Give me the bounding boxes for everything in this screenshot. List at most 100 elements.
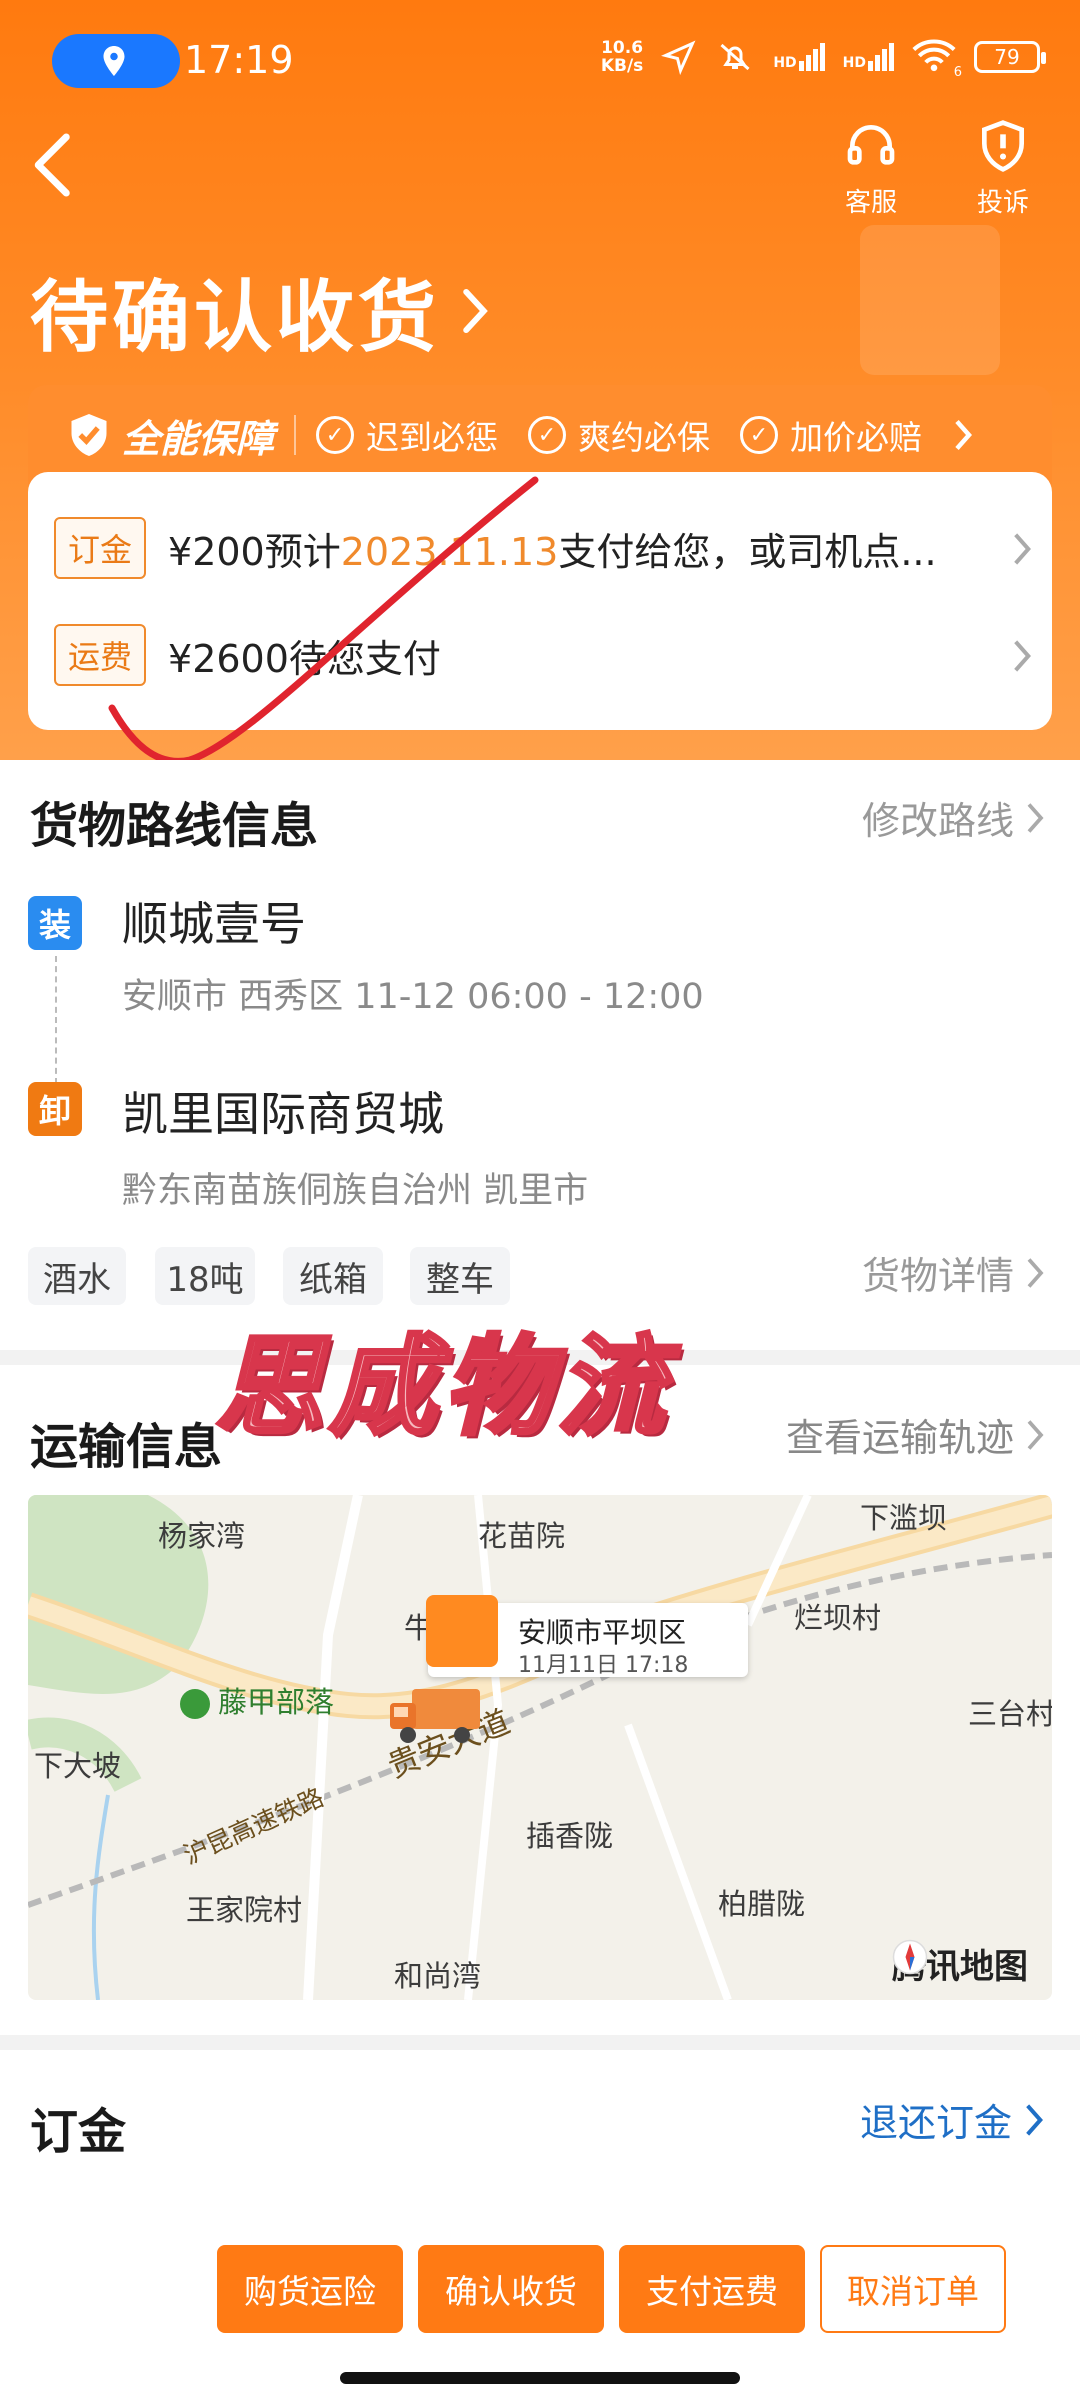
load-location-detail: 安顺市 西秀区 11-12 06:00 - 12:00 <box>122 977 704 1017</box>
cancel-order-button[interactable]: 取消订单 <box>820 2245 1006 2333</box>
network-speed: 10.6 KB/s <box>601 39 643 75</box>
location-indicator <box>52 34 180 88</box>
cargo-chip: 整车 <box>410 1247 510 1305</box>
map-place: 下大坡 <box>34 1749 122 1783</box>
shield-check-icon <box>71 414 107 456</box>
map-place: 三台村 <box>968 1697 1052 1731</box>
red-checkmark-annotation <box>108 476 539 765</box>
chevron-right-icon <box>1014 640 1031 672</box>
chevron-right-icon <box>1027 1257 1044 1288</box>
package-icon <box>426 1595 498 1667</box>
signal-icon: HD <box>773 43 825 71</box>
map-place: 插香陇 <box>526 1819 614 1853</box>
buy-cargo-insurance-button[interactable]: 购货运险 <box>217 2245 403 2333</box>
transport-map[interactable]: 杨家湾 花苗院 下滥坝 烂坝村 牛 藤甲部落 下大坡 三台村 插香陇 柏腊陇 王… <box>28 1495 1052 2000</box>
map-place: 烂坝村 <box>794 1601 882 1635</box>
status-time: 17:19 <box>184 38 294 82</box>
customer-service-label: 客服 <box>844 188 897 218</box>
compass-icon <box>892 1939 928 1975</box>
battery-icon: 79 <box>974 41 1046 73</box>
map-place: 和尚湾 <box>394 1959 482 1993</box>
map-place: 下滥坝 <box>860 1501 948 1535</box>
unload-location-detail: 黔东南苗族侗族自治州 凯里市 <box>122 1171 589 1211</box>
complaint-label: 投诉 <box>976 188 1029 218</box>
chevron-right-icon <box>1014 533 1031 565</box>
cargo-details-label: 货物详情 <box>861 1254 1014 1298</box>
status-bar: 17:19 10.6 KB/s HD HD 6 79 <box>0 0 1080 120</box>
guarantee-item: ✓ 加价必赔 <box>740 411 922 459</box>
cargo-chip: 酒水 <box>28 1247 126 1305</box>
guarantee-title: 全能保障 <box>122 416 275 461</box>
cargo-details-link[interactable]: 货物详情 <box>862 1245 1046 1300</box>
chevron-right-icon <box>1026 2103 1043 2136</box>
confirm-receipt-button[interactable]: 确认收货 <box>418 2245 604 2333</box>
check-circle-icon: ✓ <box>740 416 779 454</box>
home-indicator[interactable] <box>340 2372 740 2384</box>
edit-route-link[interactable]: 修改路线 <box>862 790 1046 845</box>
location-bubble-title: 安顺市平坝区 <box>518 1616 687 1649</box>
location-bubble-time: 11月11日 17:18 <box>518 1653 689 1678</box>
guarantee-item-label: 加价必赔 <box>790 418 923 457</box>
signal-hd-label-2: HD <box>842 55 866 71</box>
complaint-button[interactable]: 投诉 <box>958 118 1048 219</box>
back-arrow-icon[interactable] <box>24 130 84 200</box>
signal-hd-label: HD <box>773 55 797 71</box>
route-connector <box>55 956 57 1084</box>
divider <box>294 415 297 455</box>
load-location-name: 顺城壹号 <box>122 897 306 951</box>
shield-alert-icon <box>982 120 1024 172</box>
navigation-arrow-icon <box>661 40 696 75</box>
wifi-icon: 6 <box>912 38 962 80</box>
mute-bell-icon <box>720 43 750 71</box>
pay-freight-button[interactable]: 支付运费 <box>619 2245 805 2333</box>
truck-icon <box>390 1689 480 1743</box>
location-bubble[interactable]: 安顺市平坝区 11月11日 17:18 <box>426 1595 748 1678</box>
transport-section-title: 运输信息 <box>30 1419 223 1475</box>
page-title: 待确认收货 <box>30 273 441 363</box>
load-badge: 装 <box>28 896 82 950</box>
cargo-chip: 纸箱 <box>283 1247 383 1305</box>
deposit-section: 订金 退还订金 <box>0 2050 1080 2220</box>
map-place: 花苗院 <box>478 1519 566 1553</box>
chevron-right-icon <box>1027 1419 1044 1450</box>
signal-icon-2: HD <box>843 43 894 71</box>
check-circle-icon: ✓ <box>528 416 567 454</box>
deposit-note: 支付给您，或司机点... <box>558 529 937 574</box>
view-track-label: 查看运输轨迹 <box>785 1416 1014 1460</box>
edit-route-label: 修改路线 <box>861 799 1014 843</box>
chevron-right-icon <box>955 420 973 450</box>
map-poi-label: 藤甲部落 <box>218 1685 335 1719</box>
refund-deposit-label: 退还订金 <box>859 2101 1012 2145</box>
unload-badge: 卸 <box>28 1082 82 1136</box>
chevron-right-icon <box>1027 802 1044 833</box>
unload-location-name: 凯里国际商贸城 <box>122 1087 444 1141</box>
guarantee-item-label: 爽约必保 <box>578 418 711 457</box>
location-pin-icon <box>103 46 125 76</box>
chevron-right-icon <box>463 288 488 334</box>
map-place: 杨家湾 <box>158 1519 246 1553</box>
map-poi-icon <box>180 1689 210 1719</box>
customer-service-button[interactable]: 客服 <box>826 118 916 219</box>
map-background <box>28 1495 1052 2000</box>
headset-icon <box>847 125 895 165</box>
cargo-chip: 18吨 <box>155 1247 255 1305</box>
network-speed-value: 10.6 <box>601 38 644 58</box>
check-circle-icon: ✓ <box>316 416 355 454</box>
wifi-label: 6 <box>953 65 962 80</box>
order-header: 17:19 10.6 KB/s HD HD 6 79 客服 投诉 待确认收货 全… <box>0 0 1080 765</box>
guarantee-item: ✓ 爽约必保 <box>528 411 710 459</box>
guarantee-item: ✓ 迟到必惩 <box>316 411 498 459</box>
order-status-title[interactable]: 待确认收货 <box>30 255 490 367</box>
map-brand: 腾讯地图 <box>892 1939 1028 1988</box>
guarantee-item-label: 迟到必惩 <box>366 418 499 457</box>
network-speed-unit: KB/s <box>600 56 644 76</box>
map-place: 王家院村 <box>186 1893 303 1927</box>
view-track-link[interactable]: 查看运输轨迹 <box>786 1407 1046 1462</box>
map-place: 柏腊陇 <box>718 1887 806 1921</box>
header-decoration <box>860 225 1000 375</box>
map-place: 藤甲部落 <box>180 1679 334 1721</box>
deposit-section-title: 订金 <box>30 2104 127 2160</box>
refund-deposit-link[interactable]: 退还订金 <box>860 2092 1046 2147</box>
watermark-text: 思成物流 <box>213 1323 672 1452</box>
route-section-title: 货物路线信息 <box>30 798 319 854</box>
